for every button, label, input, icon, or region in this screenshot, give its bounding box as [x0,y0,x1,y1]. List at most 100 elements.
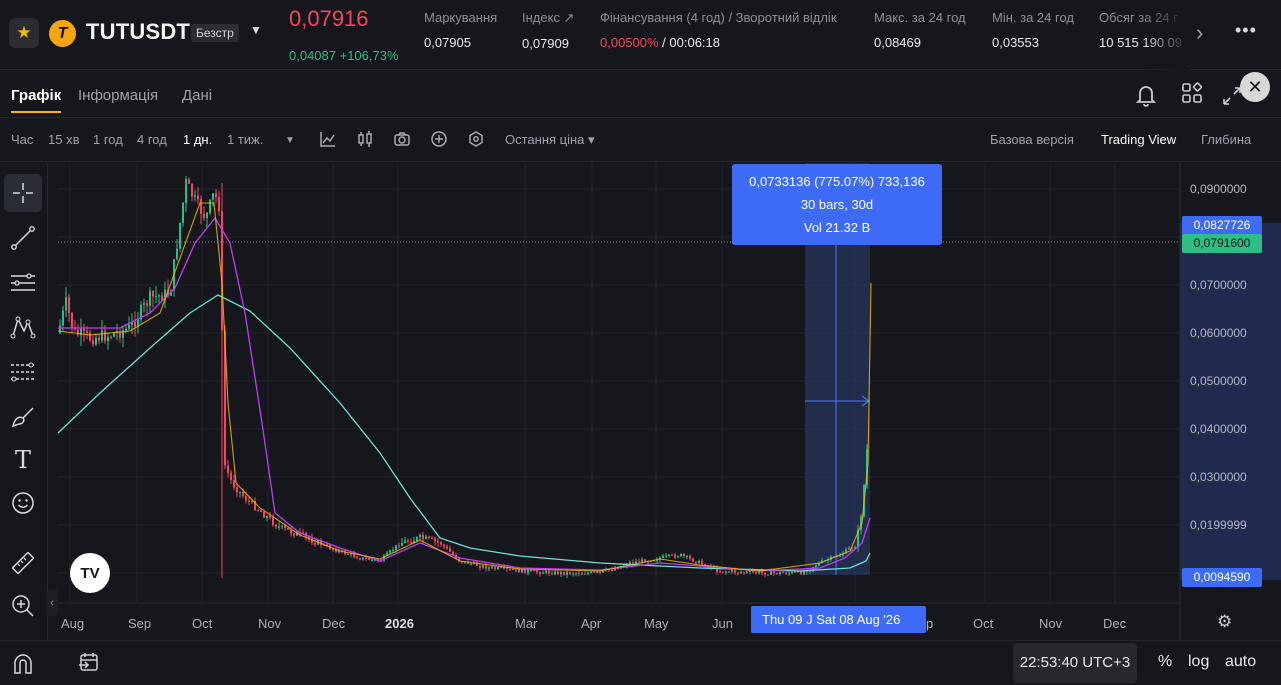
candle-body [521,569,523,573]
time-axis-label: Dec [322,616,346,631]
candle-body [725,571,727,573]
candle-body [494,566,496,569]
gear-icon[interactable]: ⚙ [1217,612,1232,632]
candle-body [578,573,580,575]
candle-body [416,536,418,541]
candle-body [677,556,679,558]
time-axis-label: Oct [192,616,213,631]
candle-type-icon[interactable] [356,130,374,148]
fibonacci-icon[interactable] [4,353,42,391]
zoom-in-icon[interactable] [4,587,42,625]
candle-body [128,324,130,329]
view-basic[interactable]: Базова версія [990,132,1074,147]
candle-body [545,570,547,573]
layout-icon[interactable] [1181,82,1203,104]
interval-1d[interactable]: 1 дн. [183,132,212,147]
candle-body [347,553,349,555]
expand-icon[interactable] [1222,86,1242,106]
price-chart[interactable] [0,163,1281,640]
candle-body [632,562,634,564]
time-axis-label: Aug [61,616,85,631]
auto-toggle[interactable]: auto [1225,653,1256,671]
candle-body [263,512,265,518]
chart-area[interactable]: 0,0900000 0,0700000 0,0600000 0,0500000 … [0,163,1281,640]
crosshair-icon[interactable] [4,174,42,212]
indicators-icon[interactable] [319,130,337,148]
interval-15m[interactable]: 15 хв [48,132,79,147]
candle-body [590,571,592,573]
interval-time[interactable]: Час [11,132,33,147]
candle-body [452,551,454,555]
view-tradingview[interactable]: Trading View [1101,132,1176,147]
candle-body [641,559,643,563]
more-icon[interactable]: ••• [1235,20,1257,41]
bell-icon[interactable] [1133,82,1159,108]
candle-body [695,561,697,564]
candle-body [638,561,640,563]
price-axis-label: 0,0700000 [1190,278,1247,292]
clock-timezone[interactable]: 22:53:40 UTC+3 [1013,643,1137,683]
tab-data[interactable]: Дані [182,87,212,104]
favorite-star-icon[interactable]: ★ [9,18,39,48]
tab-info[interactable]: Інформація [78,87,158,104]
candle-body [401,542,403,546]
time-axis-label: Apr [581,616,602,631]
candle-body [206,212,208,219]
candle-body [368,558,370,560]
candle-body [767,574,769,576]
brush-icon[interactable] [4,398,42,436]
add-circle-icon[interactable] [430,130,448,148]
emoji-icon[interactable] [4,484,42,522]
candle-body [272,517,274,525]
chevron-down-icon[interactable]: ▼ [250,23,262,37]
interval-dropdown-chevron-icon[interactable]: ▼ [285,135,295,146]
candle-body [743,572,745,574]
time-axis-label: May [644,616,669,631]
close-icon[interactable]: ✕ [1240,72,1270,102]
collapse-toolbar-icon[interactable]: ‹ [46,590,58,616]
price-axis-label: 0,0400000 [1190,422,1247,436]
time-axis-label: Sep [128,616,152,631]
tradingview-logo-icon[interactable]: TV [70,553,110,593]
candle-body [512,568,514,570]
chevron-right-icon[interactable]: › [1196,20,1203,46]
candle-body [242,491,244,497]
candle-body [362,557,364,560]
candle-body [533,570,535,572]
interval-4h[interactable]: 4 год [137,132,167,147]
interval-1h[interactable]: 1 год [93,132,123,147]
bottom-bar: 22:53:40 UTC+3 % log auto [0,640,1281,685]
magnet-icon[interactable] [3,646,43,682]
candle-body [584,573,586,575]
symbol-name[interactable]: TUTUSDT [86,19,190,45]
price-type-select[interactable]: Остання ціна ▾ [505,132,595,148]
candle-body [125,328,127,331]
camera-icon[interactable] [393,130,411,148]
stat-index-price[interactable]: Індекс ↗ 0,07909 [522,10,574,51]
ruler-icon[interactable] [4,544,42,582]
pattern-icon[interactable] [4,308,42,346]
price-axis-label: 0,0300000 [1190,470,1247,484]
log-toggle[interactable]: log [1188,653,1209,671]
candle-body [149,291,151,306]
settings-hex-icon[interactable] [467,130,485,148]
candle-body [176,248,178,260]
percent-toggle[interactable]: % [1158,653,1172,671]
ma-short-line [57,202,872,572]
candle-body [230,472,232,480]
candle-body [761,571,763,573]
trend-line-icon[interactable] [4,219,42,257]
candle-body [239,491,241,493]
tab-chart[interactable]: Графік [11,87,62,113]
interval-1w[interactable]: 1 тиж. [227,132,263,147]
text-icon[interactable]: T [4,441,42,479]
horizontal-lines-icon[interactable] [4,264,42,302]
candle-body [569,572,571,575]
date-range-icon[interactable] [78,651,100,673]
candle-body [431,537,433,539]
candle-body [257,510,259,512]
candle-body [815,565,817,568]
price-tag-last: 0,0791600 [1182,234,1262,253]
measure-info-box: 0,0733136 (775.07%) 733,136 30 bars, 30d… [732,164,942,245]
view-depth[interactable]: Глибина [1201,132,1251,147]
